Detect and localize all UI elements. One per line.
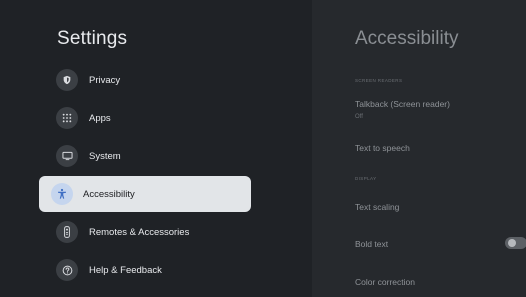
- menu-item-label: Privacy: [89, 74, 121, 86]
- menu-item-label: System: [89, 150, 121, 162]
- menu-item-accessibility[interactable]: Accessibility: [39, 176, 251, 212]
- accessibility-panel: Accessibility SCREEN READERS Talkback (S…: [312, 0, 526, 297]
- menu-item-remotes-accessories[interactable]: Remotes & Accessories: [44, 216, 250, 248]
- settings-menu: Privacy Apps System Accessibility Remote…: [0, 0, 312, 297]
- remote-icon: [56, 221, 78, 243]
- menu-item-help-feedback[interactable]: Help & Feedback: [44, 254, 250, 286]
- help-icon: [56, 259, 78, 281]
- menu-item-label: Accessibility: [83, 188, 135, 200]
- option-text-to-speech[interactable]: Text to speech: [355, 143, 410, 153]
- menu-item-privacy[interactable]: Privacy: [44, 64, 250, 96]
- option-text-scaling[interactable]: Text scaling: [355, 202, 399, 212]
- menu-item-label: Remotes & Accessories: [89, 226, 190, 238]
- bold-text-toggle[interactable]: [505, 237, 526, 249]
- section-header-screen-readers: SCREEN READERS: [355, 78, 403, 83]
- settings-menu-panel: Settings Privacy Apps System Accessibili…: [0, 0, 312, 297]
- menu-item-apps[interactable]: Apps: [44, 102, 250, 134]
- option-talkback[interactable]: Talkback (Screen reader): [355, 99, 450, 109]
- option-color-correction[interactable]: Color correction: [355, 277, 415, 287]
- panel-title: Accessibility: [355, 28, 459, 49]
- menu-item-label: Help & Feedback: [89, 264, 162, 276]
- monitor-icon: [56, 145, 78, 167]
- option-bold-text[interactable]: Bold text: [355, 239, 388, 249]
- apps-grid-icon: [56, 107, 78, 129]
- accessibility-icon: [51, 183, 73, 205]
- menu-item-label: Apps: [89, 112, 111, 124]
- toggle-knob: [508, 239, 516, 247]
- option-talkback-status: Off: [355, 114, 363, 120]
- tv-settings-screen: Settings Privacy Apps System Accessibili…: [0, 0, 526, 297]
- shield-icon: [56, 69, 78, 91]
- section-header-display: DISPLAY: [355, 176, 377, 181]
- menu-item-system[interactable]: System: [44, 140, 250, 172]
